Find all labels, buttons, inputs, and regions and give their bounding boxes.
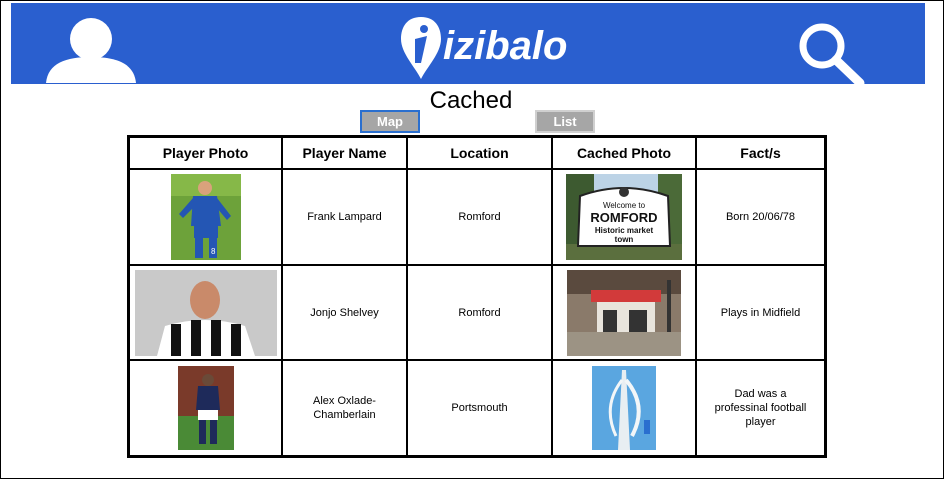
cached-photo[interactable]: Welcome to ROMFORD Historic market town bbox=[566, 174, 682, 260]
table-header-row: Player Photo Player Name Location Cached… bbox=[127, 135, 827, 170]
svg-text:8: 8 bbox=[211, 247, 216, 256]
header-bar: izibalo bbox=[11, 3, 925, 87]
sign-subtitle-1: Historic market bbox=[595, 226, 654, 235]
player-photo-cell: 8 bbox=[127, 168, 283, 266]
player-photo[interactable] bbox=[134, 269, 277, 356]
fact-cell: Plays in Midfield bbox=[695, 264, 827, 361]
logo-text: izibalo bbox=[443, 24, 567, 68]
cached-photo-cell: Welcome to ROMFORD Historic market town bbox=[551, 168, 697, 266]
player-name-cell: Frank Lampard bbox=[281, 168, 408, 266]
column-header-cached-photo: Cached Photo bbox=[551, 135, 697, 170]
page-title: Cached bbox=[429, 87, 513, 114]
sign-subtitle-2: town bbox=[615, 235, 634, 244]
cached-photo[interactable] bbox=[567, 269, 681, 356]
player-photo[interactable]: 8 bbox=[170, 174, 241, 260]
izibalo-logo[interactable]: izibalo bbox=[401, 17, 581, 81]
cached-photo[interactable] bbox=[592, 366, 656, 450]
fact-cell: Dad was a professinal football player bbox=[695, 359, 827, 458]
column-header-location: Location bbox=[406, 135, 553, 170]
list-button[interactable]: List bbox=[535, 110, 595, 133]
cached-photo-cell bbox=[551, 359, 697, 458]
player-photo-cell bbox=[127, 264, 283, 361]
sign-welcome-text: Welcome to bbox=[603, 201, 646, 210]
table-row[interactable]: Alex Oxlade-Chamberlain Portsmouth Dad w… bbox=[127, 359, 827, 458]
sign-town-name: ROMFORD bbox=[590, 210, 657, 225]
map-button[interactable]: Map bbox=[360, 110, 420, 133]
location-cell: Portsmouth bbox=[406, 359, 553, 458]
user-avatar-icon[interactable] bbox=[46, 17, 136, 83]
table-row[interactable]: 8 Frank Lampard Romford Welcome to ROMFO… bbox=[127, 168, 827, 266]
column-header-player-photo: Player Photo bbox=[127, 135, 283, 170]
player-name-cell: Alex Oxlade-Chamberlain bbox=[281, 359, 408, 458]
column-header-facts: Fact/s bbox=[695, 135, 827, 170]
player-name-cell: Jonjo Shelvey bbox=[281, 264, 408, 361]
table-row[interactable]: Jonjo Shelvey Romford Plays in Midfield bbox=[127, 264, 827, 361]
location-cell: Romford bbox=[406, 168, 553, 266]
location-cell: Romford bbox=[406, 264, 553, 361]
player-photo[interactable] bbox=[177, 366, 234, 450]
app-frame: izibalo Cached Map List Player Photo Pla… bbox=[0, 0, 944, 479]
player-photo-cell bbox=[127, 359, 283, 458]
cached-photo-cell bbox=[551, 264, 697, 361]
search-icon[interactable] bbox=[796, 21, 866, 87]
cached-players-table: Player Photo Player Name Location Cached… bbox=[127, 135, 827, 458]
column-header-player-name: Player Name bbox=[281, 135, 408, 170]
fact-cell: Born 20/06/78 bbox=[695, 168, 827, 266]
